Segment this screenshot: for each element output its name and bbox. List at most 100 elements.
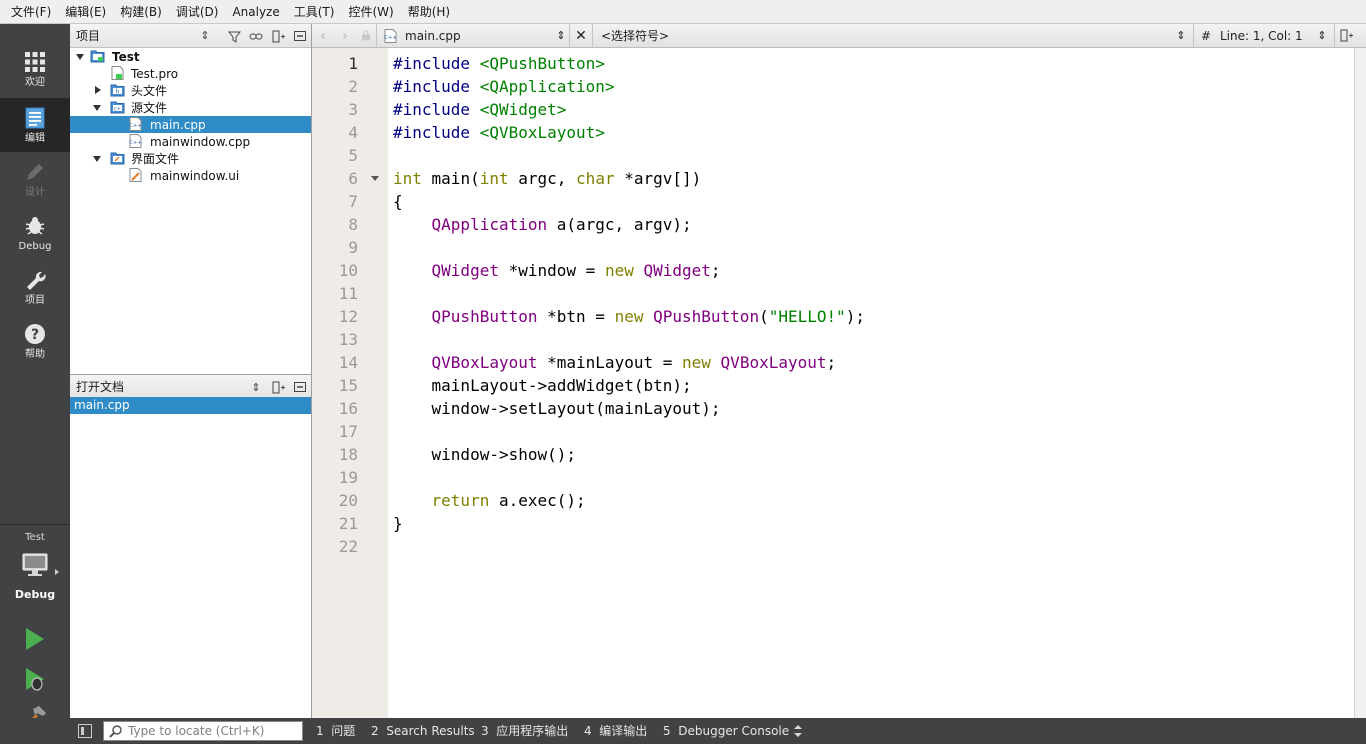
project-panel-title: 项目 (76, 29, 101, 43)
code-token: int (479, 169, 509, 188)
code-token: #include (393, 100, 480, 119)
code-line: QWidget *window = new QWidget; (393, 259, 721, 282)
split-icon[interactable] (271, 380, 285, 394)
updown-icon[interactable]: ⇕ (249, 380, 263, 394)
menu-help[interactable]: 帮助(H) (401, 0, 457, 24)
mode-welcome[interactable]: 欢迎 (0, 42, 70, 96)
expand-arrow-icon[interactable] (93, 156, 101, 162)
code-token: ( (759, 307, 769, 326)
tree-item-pro-file[interactable]: Test.pro (70, 65, 311, 82)
expand-arrow-icon[interactable] (93, 105, 101, 111)
open-documents-title: 打开文档 (76, 380, 125, 394)
document-icon (23, 106, 47, 130)
menu-build[interactable]: 构建(B) (113, 0, 169, 24)
close-file-icon[interactable]: ✕ (570, 28, 592, 44)
mode-label: 帮助 (25, 348, 45, 360)
code-token: <QPushButton> (479, 54, 605, 73)
help-icon: ? (23, 322, 47, 346)
mode-projects[interactable]: 项目 (0, 260, 70, 314)
menu-tools[interactable]: 工具(T) (287, 0, 342, 24)
code-token: ; (710, 261, 721, 280)
mode-help[interactable]: ? 帮助 (0, 314, 70, 368)
menu-widgets[interactable]: 控件(W) (341, 0, 400, 24)
current-file-dropdown[interactable]: main.cpp (403, 29, 553, 43)
tree-item-mainwindow-cpp[interactable]: C++ mainwindow.cpp (70, 133, 311, 150)
close-panel-icon[interactable] (293, 380, 307, 394)
kit-selector[interactable] (22, 552, 48, 581)
pane-number: 4 (584, 724, 592, 738)
code-token: window->setLayout(mainLayout); (393, 399, 721, 418)
code-line: { (393, 190, 403, 213)
code-line: #include <QWidget> (393, 98, 566, 121)
line-number: 10 (338, 261, 358, 280)
back-arrow-icon[interactable]: ‹ (312, 28, 334, 44)
split-icon[interactable] (1335, 29, 1357, 42)
lock-icon (356, 30, 376, 41)
tree-item-sources[interactable]: c+ 源文件 (70, 99, 311, 116)
debug-run-button[interactable] (22, 666, 48, 692)
code-token: *window = (498, 261, 605, 280)
locator-input[interactable]: Type to locate (Ctrl+K) (103, 721, 303, 741)
updown-icon[interactable]: ⇕ (1173, 29, 1189, 42)
output-pane-search[interactable]: 2 Search Results (371, 718, 475, 744)
line-number: 12 (338, 307, 358, 326)
bug-icon (23, 214, 47, 238)
menu-file[interactable]: 文件(F) (4, 0, 58, 24)
code-line: #include <QVBoxLayout> (393, 121, 605, 144)
kit-build-config: Debug (14, 588, 56, 601)
filter-icon[interactable] (227, 29, 241, 43)
updown-icon[interactable]: ⇕ (1314, 29, 1330, 42)
code-token: return (431, 491, 490, 510)
kit-expand-icon[interactable] (55, 569, 59, 575)
code-editor[interactable]: #include <QPushButton> #include <QApplica… (388, 48, 1354, 718)
mode-separator (0, 524, 70, 525)
tree-item-main-cpp[interactable]: C++ main.cpp (70, 116, 311, 133)
code-token: <QApplication> (479, 77, 615, 96)
code-token: *btn = (537, 307, 615, 326)
symbol-selector[interactable]: <选择符号> (593, 27, 1173, 44)
split-icon[interactable] (271, 29, 285, 43)
menu-analyze[interactable]: Analyze (225, 0, 286, 24)
pane-number: 2 (371, 724, 379, 738)
code-token: QWidget (643, 261, 711, 280)
more-panes-icon[interactable] (794, 725, 802, 737)
cursor-position[interactable]: Line: 1, Col: 1 (1218, 29, 1314, 43)
menu-debug[interactable]: 调试(D) (169, 0, 226, 24)
view-selector-updown-icon[interactable]: ⇕ (198, 29, 212, 43)
link-icon[interactable] (249, 29, 263, 43)
mode-edit[interactable]: 编辑 (0, 98, 70, 152)
mode-label: 编辑 (25, 132, 45, 144)
expand-arrow-icon[interactable] (95, 86, 101, 94)
updown-icon[interactable]: ⇕ (553, 29, 569, 42)
encoding-hash[interactable]: # (1194, 29, 1218, 43)
output-pane-debugger[interactable]: 5 Debugger Console (663, 718, 789, 744)
tree-item-forms[interactable]: 界面文件 (70, 150, 311, 167)
mode-design[interactable]: 设计 (0, 152, 70, 206)
fold-marker-icon[interactable] (371, 176, 379, 181)
toggle-sidebar-icon[interactable] (78, 724, 92, 738)
output-pane-app-output[interactable]: 3 应用程序输出 (481, 718, 568, 744)
open-document-item[interactable]: main.cpp (70, 397, 311, 414)
vertical-scrollbar[interactable] (1354, 48, 1366, 718)
code-token: *argv[]) (614, 169, 702, 188)
tree-item-mainwindow-ui[interactable]: mainwindow.ui (70, 167, 311, 184)
code-token: QVBoxLayout (720, 353, 827, 372)
forward-arrow-icon[interactable]: › (334, 28, 356, 44)
pane-number: 5 (663, 724, 671, 738)
menu-edit[interactable]: 编辑(E) (58, 0, 113, 24)
tree-item-headers[interactable]: h 头文件 (70, 82, 311, 99)
code-token: main( (421, 169, 480, 188)
mode-debug[interactable]: Debug (0, 206, 70, 260)
close-panel-icon[interactable] (293, 29, 307, 43)
run-button[interactable] (22, 626, 48, 652)
output-pane-issues[interactable]: 1 问题 (316, 718, 355, 744)
open-documents-panel: 打开文档 ⇕ main.cpp (70, 374, 312, 718)
expand-arrow-icon[interactable] (76, 54, 84, 60)
tree-item-project[interactable]: Test (70, 48, 311, 65)
monitor-icon (22, 553, 48, 576)
source-folder-icon: c+ (110, 101, 125, 114)
output-pane-compile[interactable]: 4 编译输出 (584, 718, 647, 744)
code-token: mainLayout->addWidget(btn); (393, 376, 692, 395)
